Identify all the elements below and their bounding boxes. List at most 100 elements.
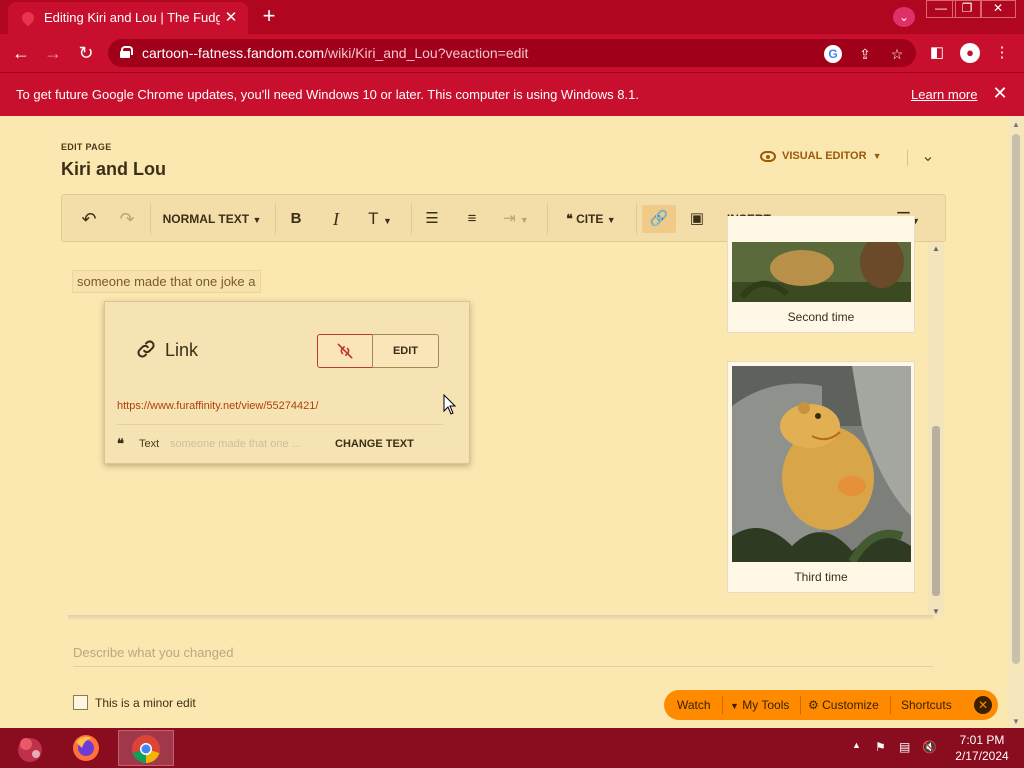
page-content: EDIT PAGE Kiri and Lou VISUAL EDITOR ▼ ⌄… [0,116,1008,728]
tray-expand-icon[interactable]: ▲ [852,740,861,750]
start-button[interactable] [0,730,56,766]
unlink-button[interactable] [317,334,373,368]
image-icon[interactable]: ▣ [684,205,710,233]
network-icon[interactable]: ▤ [899,740,910,754]
page-scroll-thumb[interactable] [1012,134,1020,664]
shortcuts-button[interactable]: Shortcuts [901,698,952,712]
bold-icon[interactable]: B [284,205,308,233]
learn-more-link[interactable]: Learn more [911,87,977,102]
share-icon[interactable]: ⇪ [856,45,874,63]
lock-icon [120,46,133,58]
italic-icon[interactable]: I [324,205,348,233]
google-lens-icon[interactable]: G [824,45,842,63]
collapse-chevron-icon[interactable]: ⌄ [918,146,938,166]
fandom-toolbar: Watch ▼ My Tools ⚙ Customize Shortcuts ✕ [664,690,998,720]
close-window-button[interactable]: ✕ [980,0,1016,18]
tab-title: Editing Kiri and Lou | The Fudge [44,10,220,25]
mouse-cursor-icon [443,394,457,415]
infobar-message: To get future Google Chrome updates, you… [16,87,639,102]
redo-icon[interactable]: ↷ [114,205,140,233]
fandom-bar-separator [890,696,891,714]
browser-tab-active[interactable]: Editing Kiri and Lou | The Fudge ✕ [8,2,248,34]
thumbnail-caption: Third time [794,570,848,584]
numbered-list-icon[interactable]: ≡ [460,205,484,233]
unlink-icon [337,343,353,359]
link-text-value: someone made that one ... [170,438,301,450]
scroll-down-icon[interactable]: ▼ [1011,717,1021,726]
toolbar-separator [636,203,637,235]
change-text-button[interactable]: CHANGE TEXT [335,438,414,450]
thumbnail-caption: Second time [787,310,855,324]
scroll-up-icon[interactable]: ▲ [1011,120,1021,129]
selected-link-text[interactable]: someone made that one joke a [72,270,261,293]
thumbnail-image [732,242,911,302]
tab-search-chevron-icon[interactable]: ⌄ [893,7,915,27]
link-context-popup: Link EDIT https://www.furaffinity.net/vi… [104,301,470,464]
back-arrow-icon[interactable]: ← [8,40,34,66]
minor-edit-checkbox[interactable] [73,695,88,710]
scroll-up-icon[interactable]: ▲ [931,244,941,253]
close-fandom-bar-icon[interactable]: ✕ [974,696,992,714]
volume-muted-icon[interactable]: 🔇 [922,740,937,754]
link-url[interactable]: https://www.furaffinity.net/view/5527442… [117,400,318,412]
minor-edit-label: This is a minor edit [95,695,196,710]
undo-icon[interactable]: ↶ [76,205,102,233]
side-panel-icon[interactable]: ◧ [927,43,947,63]
page-title: Kiri and Lou [61,159,166,179]
chrome-taskbar-icon[interactable] [118,730,174,766]
caret-down-icon: ▼ [730,701,739,711]
gear-icon: ⚙ [808,698,819,712]
editor-bottom-divider [68,615,934,621]
editor-scroll-thumb[interactable] [932,426,940,596]
update-infobar: To get future Google Chrome updates, you… [0,72,1024,116]
page-scrollbar[interactable]: ▲ ▼ [1008,116,1024,728]
bullet-list-icon[interactable]: ☰ [420,205,444,233]
image-thumbnail[interactable]: Second time [727,216,915,333]
visual-editor-switch[interactable]: VISUAL EDITOR ▼ [760,150,881,162]
fandom-favicon-icon [19,9,37,27]
my-tools-button[interactable]: ▼ My Tools [730,698,789,712]
tab-close-icon[interactable]: ✕ [222,8,240,26]
edit-summary-input[interactable]: Describe what you changed [73,643,933,667]
clock-time: 7:01 PM [959,733,1005,747]
browser-title-bar: Editing Kiri and Lou | The Fudge ✕ + ⌄ —… [0,0,1024,34]
paragraph-format-dropdown[interactable]: NORMAL TEXT ▼ [160,205,264,233]
chrome-menu-icon[interactable]: ⋮ [992,43,1012,63]
toolbar-separator [547,203,548,235]
fandom-bar-separator [800,696,801,714]
restore-button[interactable]: ❐ [952,0,982,18]
bookmark-star-icon[interactable]: ☆ [888,45,906,63]
image-thumbnail[interactable]: Third time [727,361,915,593]
eye-icon [760,150,776,162]
cite-dropdown[interactable]: ❝ CITE ▼ [557,205,625,233]
infobar-close-icon[interactable]: ✕ [990,83,1010,104]
firefox-taskbar-icon[interactable] [58,730,114,766]
thumbnail-image [732,366,911,562]
profile-avatar-icon[interactable]: ● [960,43,980,63]
editor-scrollbar[interactable]: ▲ ▼ [928,242,944,616]
reload-icon[interactable]: ↻ [73,40,99,66]
toolbar-separator [275,203,276,235]
address-bar[interactable]: cartoon--fatness.fandom.com/wiki/Kiri_an… [108,39,916,67]
action-center-flag-icon[interactable]: ⚑ [875,740,886,754]
forward-arrow-icon[interactable]: → [40,40,66,66]
toolbar-separator [150,203,151,235]
system-clock[interactable]: 7:01 PM 2/17/2024 [950,732,1014,764]
edit-page-label: EDIT PAGE [61,142,112,152]
text-style-dropdown[interactable]: T ▼ [362,205,398,233]
address-url[interactable]: cartoon--fatness.fandom.com/wiki/Kiri_an… [142,45,528,61]
customize-button[interactable]: ⚙ Customize [808,698,879,712]
fandom-bar-separator [722,696,723,714]
firefox-icon [73,735,99,761]
edit-link-button[interactable]: EDIT [372,334,439,368]
indent-dropdown[interactable]: ⇥ ▼ [498,205,534,233]
clock-date: 2/17/2024 [955,749,1009,763]
watch-button[interactable]: Watch [677,698,711,712]
quote-icon: ❝ [117,436,124,451]
minor-edit-option[interactable]: This is a minor edit [73,695,196,710]
link-icon[interactable]: 🔗 [642,205,676,233]
popup-divider [117,424,443,425]
visual-editor-label: VISUAL EDITOR [782,150,867,162]
header-divider [907,150,908,166]
new-tab-button[interactable]: + [257,5,281,29]
